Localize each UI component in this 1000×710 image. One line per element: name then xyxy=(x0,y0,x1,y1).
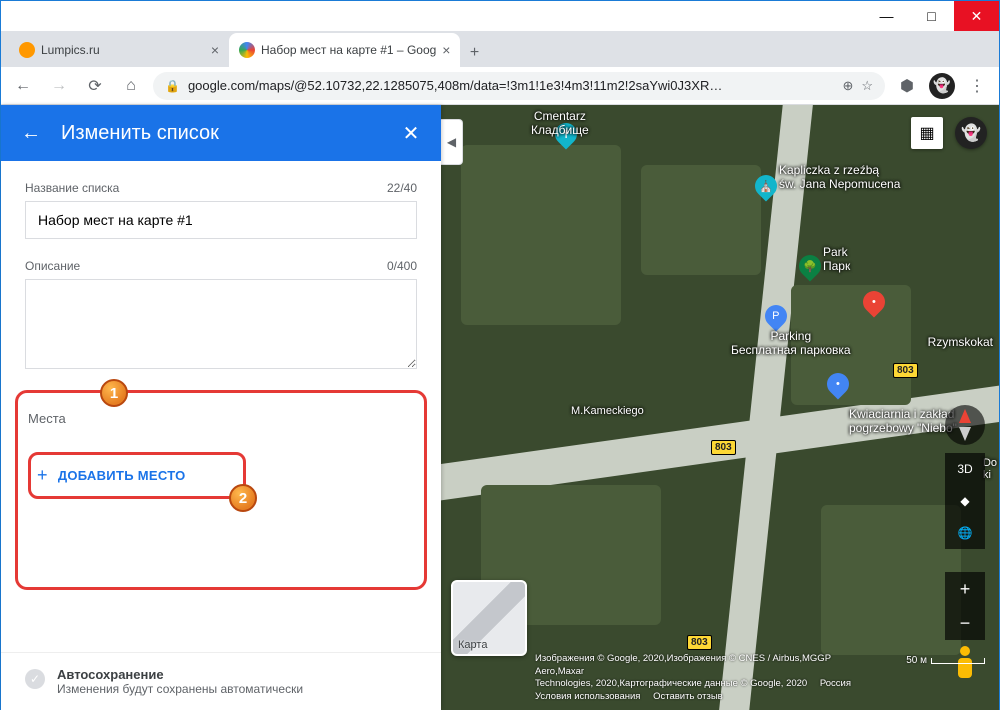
tilt-3d-button[interactable]: 3D xyxy=(945,453,985,485)
tab-close-icon[interactable]: × xyxy=(442,42,450,58)
autosave-title: Автосохранение xyxy=(57,667,303,682)
map-label-parking: ParkingБесплатная парковка xyxy=(731,329,851,357)
road-shield: 803 xyxy=(711,440,736,455)
list-name-label: Название списка xyxy=(25,181,119,195)
view-controls: 3D ◆ 🌐 xyxy=(945,453,985,549)
browser-toolbar: ← → ⟳ ⌂ 🔒 google.com/maps/@52.10732,22.1… xyxy=(1,67,999,105)
lock-icon: 🔒 xyxy=(165,79,180,93)
list-name-input[interactable] xyxy=(25,201,417,239)
favicon-icon xyxy=(19,42,35,58)
window-titlebar: — □ ✕ xyxy=(1,1,999,31)
layer-toggle[interactable]: Карта xyxy=(451,580,527,656)
annotation-badge-1: 1 xyxy=(100,379,128,407)
nav-home-icon[interactable]: ⌂ xyxy=(117,72,145,100)
rotate-button[interactable]: ◆ xyxy=(945,485,985,517)
road-shield: 803 xyxy=(687,635,712,650)
back-arrow-icon[interactable]: ← xyxy=(19,121,43,145)
close-icon[interactable]: ✕ xyxy=(399,121,423,145)
account-avatar[interactable]: 👻 xyxy=(955,117,987,149)
browser-tabstrip: Lumpics.ru × Набор мест на карте #1 – Go… xyxy=(1,31,999,67)
map-attribution: Изображения © Google, 2020,Изображения ©… xyxy=(535,653,869,704)
map-label-park: ParkПарк xyxy=(823,245,850,273)
window-maximize[interactable]: □ xyxy=(909,1,954,31)
add-place-button[interactable]: + ДОБАВИТЬ МЕСТО xyxy=(37,465,237,486)
map-pin-park[interactable]: 🌳 xyxy=(794,250,825,281)
profile-avatar[interactable]: 👻 xyxy=(929,73,955,99)
places-heading: Места xyxy=(28,411,414,426)
browser-menu-icon[interactable]: ⋮ xyxy=(963,72,991,100)
feedback-link[interactable]: Оставить отзыв xyxy=(653,691,723,702)
nav-reload-icon[interactable]: ⟳ xyxy=(81,72,109,100)
zoom-in-button[interactable]: + xyxy=(945,572,985,606)
terms-link[interactable]: Условия использования xyxy=(535,691,640,702)
map-label-side: Doki xyxy=(983,457,997,481)
autosave-row: ✓ Автосохранение Изменения будут сохране… xyxy=(1,652,441,710)
list-name-counter: 22/40 xyxy=(387,181,417,195)
zoom-out-button[interactable]: − xyxy=(945,606,985,640)
panel-header: ← Изменить список ✕ xyxy=(1,105,441,161)
description-input[interactable] xyxy=(25,279,417,369)
map-canvas[interactable]: ◀ ✝ CmentarzКладбище ⛪ Kapliczka z rzeźb… xyxy=(441,105,999,710)
annotation-badge-2: 2 xyxy=(229,484,257,512)
autosave-subtitle: Изменения будут сохранены автоматически xyxy=(57,682,303,696)
extension-icon[interactable]: ⬢ xyxy=(893,72,921,100)
road-shield: 803 xyxy=(893,363,918,378)
collapse-panel-handle[interactable]: ◀ xyxy=(441,119,463,165)
window-close[interactable]: ✕ xyxy=(954,1,999,31)
apps-grid-icon[interactable]: ▦ xyxy=(911,117,943,149)
address-bar[interactable]: 🔒 google.com/maps/@52.10732,22.1285075,4… xyxy=(153,72,885,100)
tab-title: Lumpics.ru xyxy=(41,43,205,57)
bookmark-star-icon[interactable]: ☆ xyxy=(861,78,873,94)
plus-icon: + xyxy=(37,465,48,486)
description-counter: 0/400 xyxy=(387,259,417,273)
map-label-cemetery: CmentarzКладбище xyxy=(531,109,589,137)
description-label: Описание xyxy=(25,259,80,273)
map-label-chapel: Kapliczka z rzeźbąśw. Jana Nepomucena xyxy=(779,163,900,191)
nav-forward-icon[interactable]: → xyxy=(45,72,73,100)
panel-title: Изменить список xyxy=(61,122,381,145)
favicon-icon xyxy=(239,42,255,58)
add-place-label: ДОБАВИТЬ МЕСТО xyxy=(58,468,186,483)
zoom-controls: + − xyxy=(945,572,985,640)
new-tab-button[interactable]: + xyxy=(460,39,488,67)
check-icon: ✓ xyxy=(25,669,45,689)
zoom-indicator-icon[interactable]: ⊕ xyxy=(842,78,853,94)
places-section-highlight: 1 Места + ДОБАВИТЬ МЕСТО 2 xyxy=(15,390,427,590)
nav-back-icon[interactable]: ← xyxy=(9,72,37,100)
tab-title: Набор мест на карте #1 – Goog xyxy=(261,43,436,57)
map-label-town: Rzymskokat xyxy=(928,335,993,349)
url-text: google.com/maps/@52.10732,22.1285075,408… xyxy=(188,78,834,93)
compass-button[interactable] xyxy=(945,405,985,445)
map-label-florist: Kwiaciarnia i zakładpogrzebowy "Niebo" xyxy=(849,407,957,435)
tab-lumpics[interactable]: Lumpics.ru × xyxy=(9,33,229,67)
map-label-street: M.Kameckiego xyxy=(571,405,644,417)
layer-label: Карта xyxy=(458,639,487,651)
tab-close-icon[interactable]: × xyxy=(211,42,219,58)
edit-list-panel: ← Изменить список ✕ Название списка 22/4… xyxy=(1,105,441,710)
globe-button[interactable]: 🌐 xyxy=(945,517,985,549)
tab-google-maps[interactable]: Набор мест на карте #1 – Goog × xyxy=(229,33,460,67)
scale-bar: 50 м xyxy=(906,655,985,666)
window-minimize[interactable]: — xyxy=(864,1,909,31)
add-place-highlight: + ДОБАВИТЬ МЕСТО 2 xyxy=(28,452,246,499)
